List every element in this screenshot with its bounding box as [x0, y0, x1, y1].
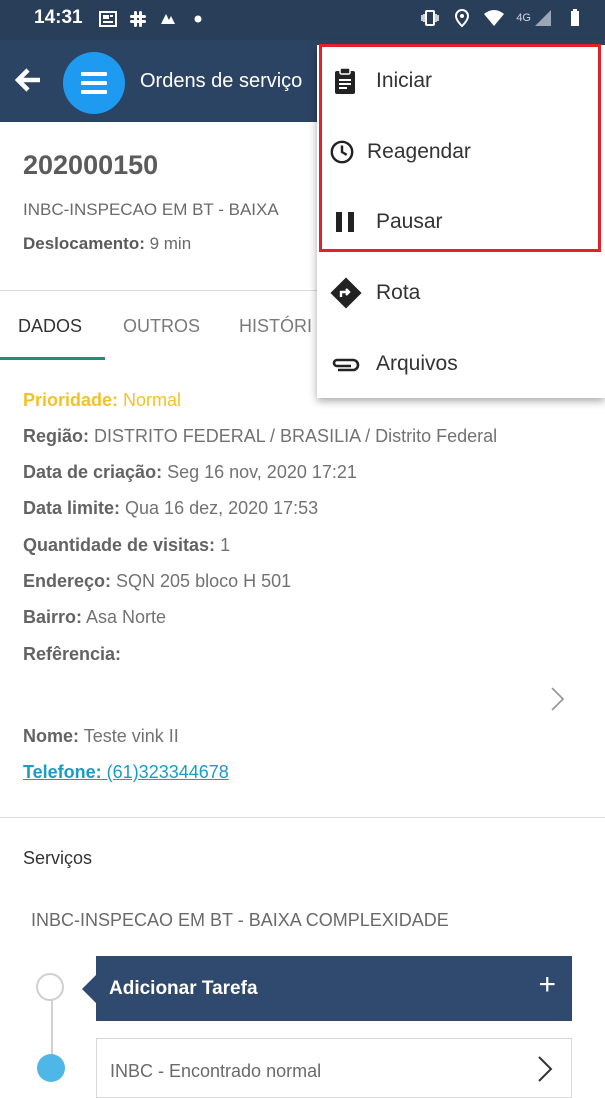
menu-label-rota: Rota [376, 281, 421, 304]
timeline-dot-active [37, 1054, 65, 1082]
name-value: Teste vink II [79, 726, 179, 746]
battery-icon [571, 9, 579, 26]
created-date-field: Data de criação: Seg 16 nov, 2020 17:21 [23, 462, 357, 483]
notification-icons [98, 9, 208, 29]
created-value: Seg 16 nov, 2020 17:21 [162, 462, 357, 482]
timeline-dot-empty [36, 973, 64, 1001]
slack-icon [130, 11, 146, 27]
directions-icon [330, 277, 362, 309]
region-field: Região: DISTRITO FEDERAL / BRASILIA / Di… [23, 426, 497, 447]
displacement-time: Deslocamento: 9 min [23, 234, 191, 254]
visits-value: 1 [215, 535, 231, 555]
displacement-value: 9 min [144, 234, 192, 253]
phone-value: (61)323344678 [101, 762, 229, 782]
deadline-value: Qua 16 dez, 2020 17:53 [120, 498, 319, 518]
attachment-icon [332, 358, 360, 372]
highlight-box [319, 44, 601, 252]
address-label: Endereço: [23, 571, 112, 591]
phone-label: Telefone: [23, 762, 102, 782]
add-task-button[interactable]: Adicionar Tarefa + [82, 956, 572, 1021]
app-icon [161, 14, 175, 24]
menu-item-rota[interactable]: Rota [317, 257, 605, 327]
task-item[interactable]: INBC - Encontrado normal [96, 1038, 572, 1098]
network-type: 4G [516, 12, 531, 24]
priority-value: Normal [118, 390, 182, 410]
address-value: SQN 205 bloco H 501 [111, 571, 292, 591]
district-value: Asa Norte [82, 607, 167, 627]
district-label: Bairro: [23, 607, 83, 627]
created-label: Data de criação: [23, 462, 163, 482]
back-arrow-icon[interactable] [10, 62, 46, 98]
app-bar-title: Ordens de serviço [140, 70, 303, 92]
chevron-right-icon[interactable] [548, 686, 566, 712]
newspaper-icon [99, 11, 117, 27]
wifi-icon [484, 10, 505, 26]
visits-label: Quantidade de visitas: [23, 535, 216, 555]
status-bar: 14:31 4G [0, 0, 605, 40]
dot-icon [194, 15, 202, 23]
priority-label: Prioridade: [23, 390, 119, 410]
reference-field: Refêrencia: [23, 644, 121, 665]
deadline-field: Data limite: Qua 16 dez, 2020 17:53 [23, 498, 318, 519]
reference-label: Refêrencia: [23, 644, 122, 664]
tab-indicator [0, 357, 105, 360]
divider [0, 817, 605, 818]
tab-dados[interactable]: DADOS [18, 316, 82, 337]
tab-historico[interactable]: HISTÓRI [239, 316, 312, 337]
status-time: 14:31 [34, 7, 83, 28]
name-label: Nome: [23, 726, 80, 746]
add-task-label: Adicionar Tarefa [109, 978, 258, 999]
vibrate-icon [421, 10, 440, 26]
name-field: Nome: Teste vink II [23, 726, 179, 747]
location-icon [455, 8, 470, 28]
signal-icon [535, 10, 551, 26]
order-type: INBC-INSPECAO EM BT - BAIXA [23, 200, 279, 219]
hamburger-menu-button[interactable] [63, 52, 125, 114]
tab-outros[interactable]: OUTROS [123, 316, 200, 337]
phone-link[interactable]: Telefone: (61)323344678 [23, 762, 229, 783]
visits-field: Quantidade de visitas: 1 [23, 535, 230, 556]
displacement-label: Deslocamento: [23, 234, 145, 253]
district-field: Bairro: Asa Norte [23, 607, 166, 628]
region-label: Região: [23, 426, 90, 446]
menu-item-arquivos[interactable]: Arquivos [317, 328, 605, 398]
service-name: INBC-INSPECAO EM BT - BAIXA COMPLEXIDADE [31, 910, 449, 930]
priority-field: Prioridade: Normal [23, 390, 181, 411]
plus-icon: + [538, 968, 556, 1001]
region-value: DISTRITO FEDERAL / BRASILIA / Distrito F… [89, 426, 498, 446]
order-number: 202000150 [23, 150, 159, 180]
menu-label-arquivos: Arquivos [376, 352, 458, 375]
address-field: Endereço: SQN 205 bloco H 501 [23, 571, 291, 592]
system-icons: 4G [420, 8, 585, 28]
services-title: Serviços [23, 848, 93, 868]
deadline-label: Data limite: [23, 498, 121, 518]
